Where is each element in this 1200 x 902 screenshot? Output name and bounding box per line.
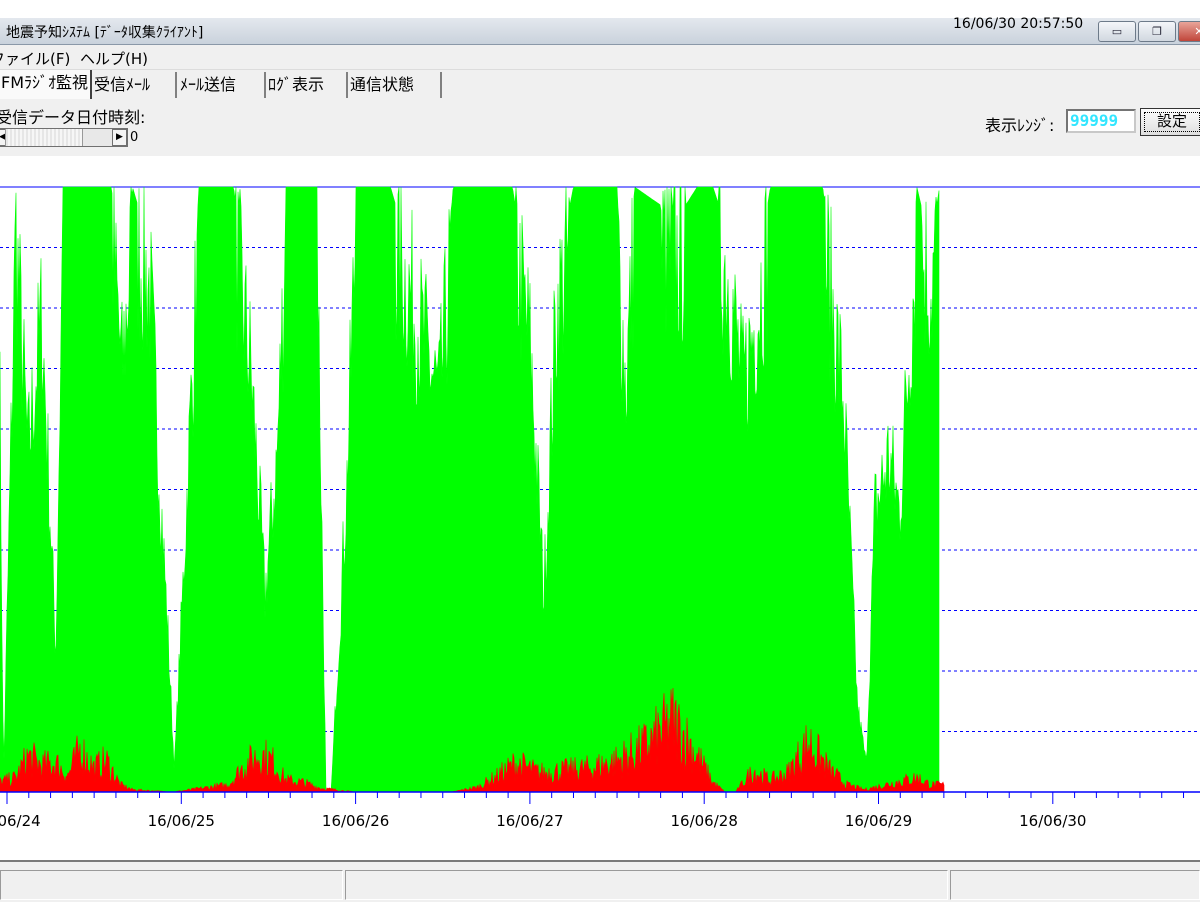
x-tick-label: 16/06/28 [671,812,738,830]
x-tick-label: 16/06/29 [845,812,912,830]
status-panel-2 [345,870,948,900]
x-axis: 16/06/24 16/06/25 16/06/26 16/06/27 16/06/28… [0,791,1200,830]
menu-bar: ファイル(F) ヘルプ(H) [0,45,1200,70]
menu-help[interactable]: ヘルプ(H) [80,48,148,69]
close-button[interactable]: ✕ [1178,21,1200,42]
received-date-label: 受信データ日付時刻: [0,108,146,127]
set-button[interactable]: 設定 [1140,108,1200,136]
x-tick-label: 16/06/26 [322,812,389,830]
scroll-right-icon[interactable]: ▶ [112,129,127,146]
tab-received-mail[interactable]: 受信ﾒｰﾙ [92,72,177,98]
x-tick-label: 16/06/30 [1019,812,1086,830]
tab-send-mail[interactable]: ﾒｰﾙ送信 [178,72,266,98]
display-range-label: 表示ﾚﾝｼﾞ: [985,116,1055,135]
x-tick-label: 16/06/25 [148,812,215,830]
status-timestamp: 16/06/30 20:57:50 [953,16,1084,32]
restore-button[interactable]: ❐ [1138,21,1176,42]
fm-signal-chart: 16/06/24 16/06/25 16/06/26 16/06/27 16/06/28… [0,186,1200,830]
status-bar [0,860,1200,902]
display-range-input[interactable]: 99999 [1066,109,1136,133]
tab-strip: FMﾗｼﾞｵ監視 受信ﾒｰﾙ ﾒｰﾙ送信 ﾛｸﾞ表示 通信状態 [0,70,1200,101]
menu-file[interactable]: ファイル(F) [0,48,70,69]
window-title: 地震予知ｼｽﾃﾑ [ﾃﾞｰﾀ収集ｸﾗｲｱﾝﾄ] [6,25,204,41]
x-tick-label: 16/06/24 [0,812,41,830]
tab-comm-status[interactable]: 通信状態 [348,72,442,98]
scroll-value: 0 [130,130,139,145]
green-series-area [0,186,940,793]
x-tick-label: 16/06/27 [496,812,563,830]
scroll-thumb[interactable] [5,129,83,146]
minimize-button[interactable]: ▭ [1098,21,1136,42]
tab-fm-radio-monitor[interactable]: FMﾗｼﾞｵ監視 [0,70,92,99]
date-scrollbar[interactable]: ◀ ▶ [0,128,128,147]
status-panel-3 [950,870,1200,900]
control-panel: 受信データ日付時刻: ◀ ▶ 0 表示ﾚﾝｼﾞ: 99999 設定 [0,100,1200,156]
tab-log-view[interactable]: ﾛｸﾞ表示 [266,72,348,98]
chart-series [0,186,945,793]
status-panel-1 [0,870,343,900]
